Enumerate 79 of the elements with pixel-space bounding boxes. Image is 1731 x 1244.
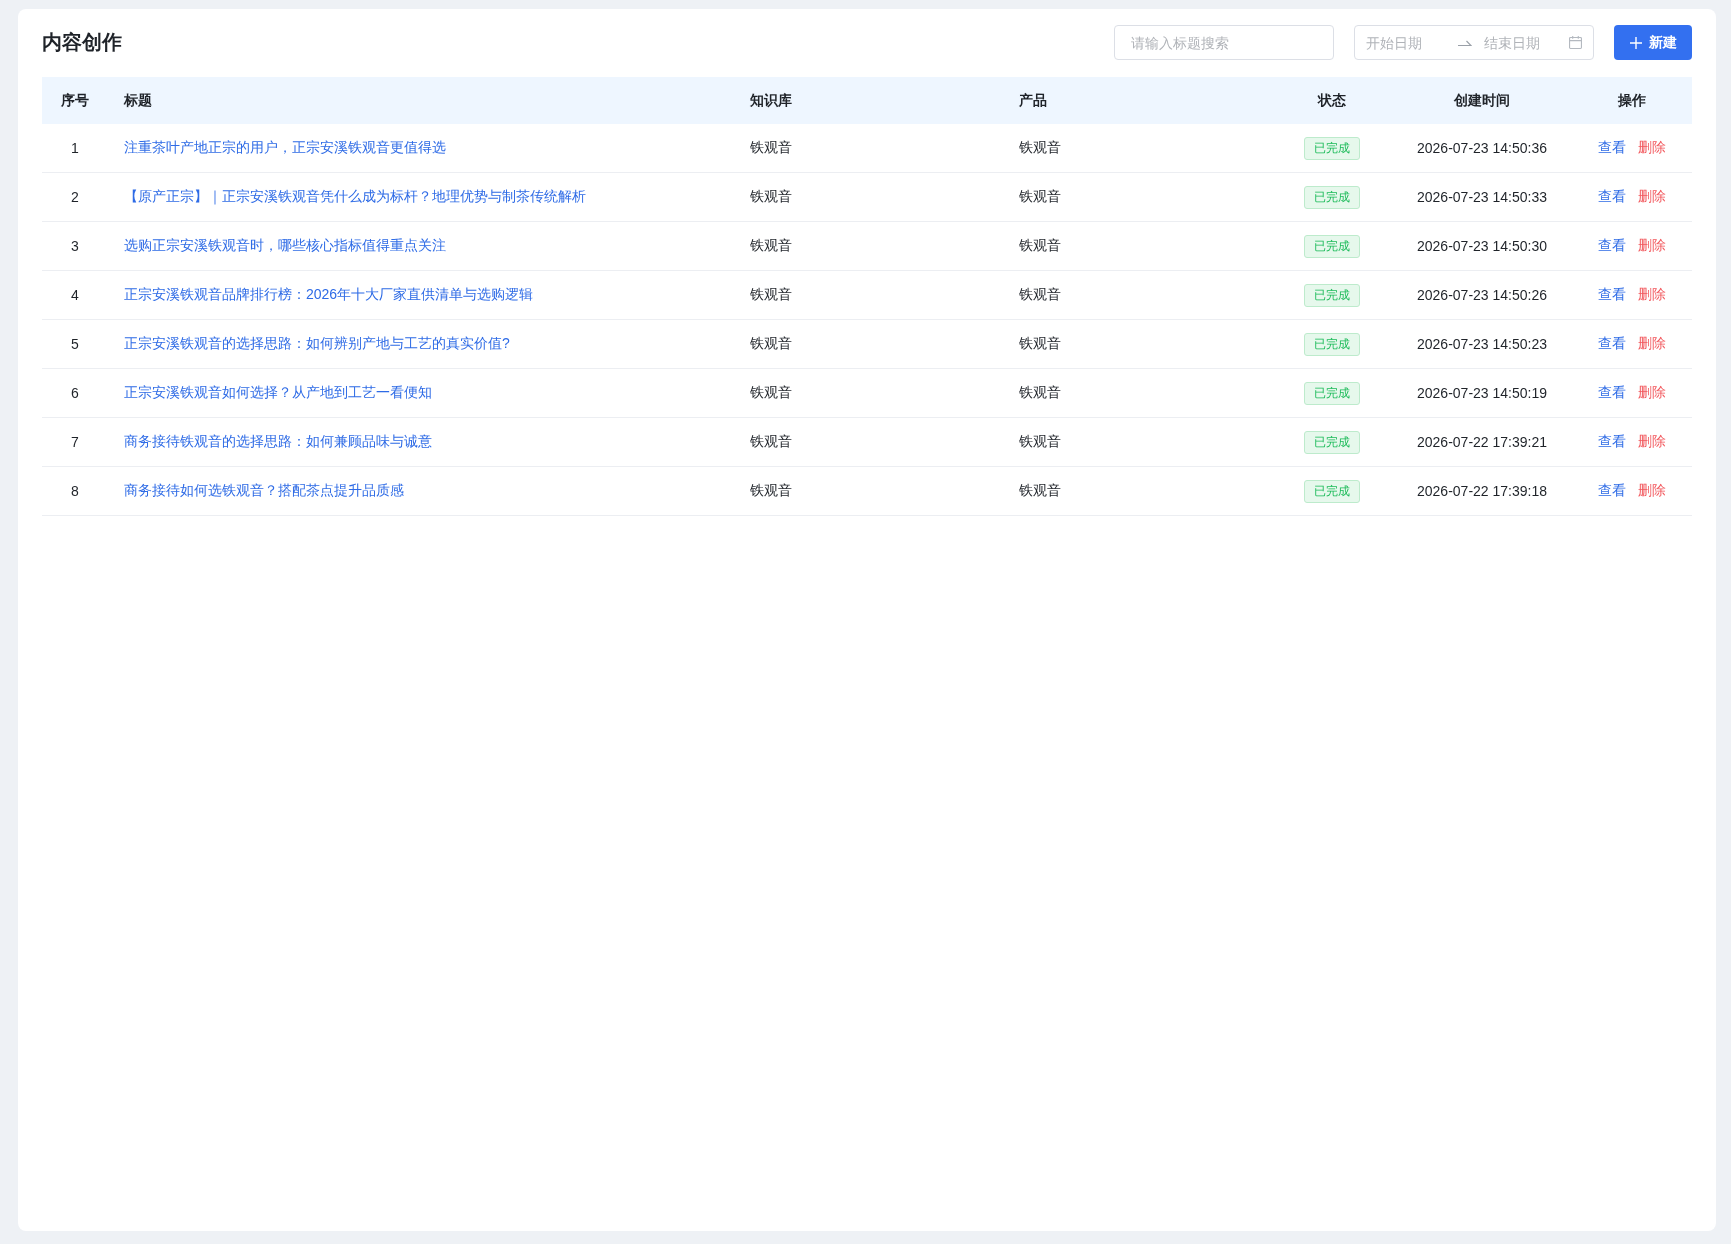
date-range-field[interactable]: 开始日期 结束日期 xyxy=(1354,25,1594,60)
title-link[interactable]: 注重茶叶产地正宗的用户，正宗安溪铁观音更值得选 xyxy=(124,139,446,155)
knowledge-base-cell: 铁观音 xyxy=(750,433,792,449)
title-link[interactable]: 【原产正宗】｜正宗安溪铁观音凭什么成为标杆？地理优势与制茶传统解析 xyxy=(124,188,586,204)
search-field[interactable]: 请输入标题搜索 xyxy=(1114,25,1334,60)
product-cell: 铁观音 xyxy=(1019,237,1061,253)
title-link[interactable]: 正宗安溪铁观音的选择思路：如何辨别产地与工艺的真实价值? xyxy=(124,335,510,351)
status-tag: 已完成 xyxy=(1304,234,1360,258)
calendar-icon xyxy=(1569,36,1582,49)
knowledge-base-cell: 铁观音 xyxy=(750,482,792,498)
delete-link[interactable]: 删除 xyxy=(1638,188,1666,204)
status-tag: 已完成 xyxy=(1304,479,1360,503)
product-cell: 铁观音 xyxy=(1019,188,1061,204)
knowledge-base-cell: 铁观音 xyxy=(750,139,792,155)
row-number: 4 xyxy=(71,287,79,303)
title-link[interactable]: 选购正宗安溪铁观音时，哪些核心指标值得重点关注 xyxy=(124,237,446,253)
delete-link[interactable]: 删除 xyxy=(1638,335,1666,351)
row-number: 7 xyxy=(71,434,79,450)
column-header: 状态 xyxy=(1318,91,1346,108)
knowledge-base-cell: 铁观音 xyxy=(750,237,792,253)
delete-link[interactable]: 删除 xyxy=(1638,286,1666,302)
view-link[interactable]: 查看 xyxy=(1598,237,1626,253)
knowledge-base-cell: 铁观音 xyxy=(750,188,792,204)
status-tag: 已完成 xyxy=(1304,381,1360,405)
row-number: 8 xyxy=(71,483,79,499)
product-cell: 铁观音 xyxy=(1019,482,1061,498)
column-header: 操作 xyxy=(1618,91,1646,108)
status-tag: 已完成 xyxy=(1304,332,1360,356)
created-time-cell: 2026-07-22 17:39:18 xyxy=(1417,483,1547,499)
row-number: 5 xyxy=(71,336,79,352)
view-link[interactable]: 查看 xyxy=(1598,482,1626,498)
knowledge-base-cell: 铁观音 xyxy=(750,286,792,302)
page-title: 内容创作 xyxy=(42,30,122,55)
column-header: 产品 xyxy=(1019,91,1047,108)
delete-link[interactable]: 删除 xyxy=(1638,433,1666,449)
new-button[interactable]: 新建 xyxy=(1614,25,1692,60)
column-header: 创建时间 xyxy=(1454,91,1510,108)
view-link[interactable]: 查看 xyxy=(1598,433,1626,449)
view-link[interactable]: 查看 xyxy=(1598,286,1626,302)
title-link[interactable]: 正宗安溪铁观音如何选择？从产地到工艺一看便知 xyxy=(124,384,432,400)
plus-icon xyxy=(1629,36,1642,49)
column-header: 知识库 xyxy=(750,91,792,108)
created-time-cell: 2026-07-23 14:50:36 xyxy=(1417,140,1547,156)
created-time-cell: 2026-07-23 14:50:26 xyxy=(1417,287,1547,303)
view-link[interactable]: 查看 xyxy=(1598,335,1626,351)
status-tag: 已完成 xyxy=(1304,185,1360,209)
created-time-cell: 2026-07-23 14:50:23 xyxy=(1417,336,1547,352)
title-link[interactable]: 商务接待如何选铁观音？搭配茶点提升品质感 xyxy=(124,482,404,498)
delete-link[interactable]: 删除 xyxy=(1638,237,1666,253)
knowledge-base-cell: 铁观音 xyxy=(750,335,792,351)
end-date-input[interactable]: 结束日期 xyxy=(1484,34,1566,51)
row-number: 2 xyxy=(71,189,79,205)
created-time-cell: 2026-07-22 17:39:21 xyxy=(1417,434,1547,450)
status-tag: 已完成 xyxy=(1304,430,1360,454)
start-date-input[interactable]: 开始日期 xyxy=(1366,34,1448,51)
status-tag: 已完成 xyxy=(1304,283,1360,307)
product-cell: 铁观音 xyxy=(1019,384,1061,400)
column-header: 标题 xyxy=(124,91,152,108)
column-header: 序号 xyxy=(61,91,89,108)
created-time-cell: 2026-07-23 14:50:30 xyxy=(1417,238,1547,254)
row-number: 3 xyxy=(71,238,79,254)
title-link[interactable]: 正宗安溪铁观音品牌排行榜：2026年十大厂家直供清单与选购逻辑 xyxy=(124,286,534,302)
product-cell: 铁观音 xyxy=(1019,139,1061,155)
view-link[interactable]: 查看 xyxy=(1598,139,1626,155)
created-time-cell: 2026-07-23 14:50:19 xyxy=(1417,385,1547,401)
created-time-cell: 2026-07-23 14:50:33 xyxy=(1417,189,1547,205)
product-cell: 铁观音 xyxy=(1019,286,1061,302)
product-cell: 铁观音 xyxy=(1019,433,1061,449)
title-link[interactable]: 商务接待铁观音的选择思路：如何兼顾品味与诚意 xyxy=(124,433,432,449)
row-number: 1 xyxy=(71,140,79,156)
product-cell: 铁观音 xyxy=(1019,335,1061,351)
view-link[interactable]: 查看 xyxy=(1598,384,1626,400)
row-number: 6 xyxy=(71,385,79,401)
status-tag: 已完成 xyxy=(1304,136,1360,160)
knowledge-base-cell: 铁观音 xyxy=(750,384,792,400)
view-link[interactable]: 查看 xyxy=(1598,188,1626,204)
delete-link[interactable]: 删除 xyxy=(1638,482,1666,498)
delete-link[interactable]: 删除 xyxy=(1638,139,1666,155)
delete-link[interactable]: 删除 xyxy=(1638,384,1666,400)
